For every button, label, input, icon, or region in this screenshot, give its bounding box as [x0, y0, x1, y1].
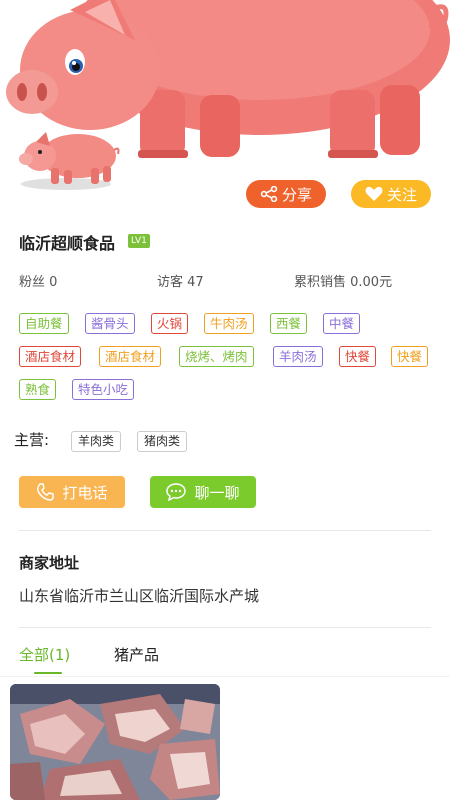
- share-label: 分享: [281, 185, 312, 204]
- category-tag[interactable]: 火锅: [151, 313, 189, 334]
- product-image[interactable]: [10, 684, 220, 800]
- category-tag[interactable]: 酒店食材: [99, 346, 162, 367]
- category-tag[interactable]: 快餐: [391, 346, 429, 367]
- category-tag[interactable]: 酱骨头: [85, 313, 135, 334]
- heart-icon: [365, 186, 383, 201]
- fans-count: 粉丝 0: [19, 275, 58, 290]
- tab-all[interactable]: 全部(1): [19, 644, 70, 665]
- follow-label: 关注: [386, 185, 417, 204]
- address-text: 山东省临沂市兰山区临沂国际水产城: [19, 587, 260, 605]
- share-icon: [260, 186, 278, 202]
- main-business-tag: 猪肉类: [137, 431, 188, 452]
- active-tab-indicator: [34, 672, 62, 674]
- category-tag[interactable]: 西餐: [270, 313, 308, 334]
- chat-icon: [166, 483, 187, 501]
- follow-button[interactable]: 关注: [351, 180, 431, 208]
- level-badge: LV1: [128, 234, 150, 248]
- category-tag[interactable]: 特色小吃: [72, 379, 135, 400]
- category-tag[interactable]: 熟食: [19, 379, 57, 400]
- divider: [0, 676, 450, 677]
- category-tag[interactable]: 中餐: [323, 313, 361, 334]
- shop-name: 临沂超顺食品: [19, 234, 116, 253]
- category-tag[interactable]: 羊肉汤: [273, 346, 323, 367]
- main-business-tag: 羊肉类: [71, 431, 122, 452]
- category-tag[interactable]: 快餐: [339, 346, 377, 367]
- category-tag[interactable]: 自助餐: [19, 313, 69, 334]
- phone-icon: [37, 483, 55, 501]
- chat-label: 聊一聊: [194, 483, 240, 502]
- main-business-label: 主营:: [14, 431, 50, 449]
- address-title: 商家地址: [19, 554, 80, 572]
- share-button[interactable]: 分享: [246, 180, 326, 208]
- shop-page: 分享 关注 临沂超顺食品 LV1 粉丝 0 访客 47 累积销售 0.00元 自…: [0, 0, 450, 800]
- category-tag[interactable]: 酒店食材: [19, 346, 82, 367]
- category-tag[interactable]: 牛肉汤: [204, 313, 254, 334]
- total-sales: 累积销售 0.00元: [294, 275, 393, 290]
- visitor-count: 访客 47: [157, 275, 204, 290]
- chat-button[interactable]: 聊一聊: [150, 476, 256, 508]
- divider: [19, 530, 431, 531]
- call-button[interactable]: 打电话: [19, 476, 125, 508]
- category-tag[interactable]: 烧烤、烤肉: [179, 346, 254, 367]
- divider: [19, 627, 431, 628]
- shop-logo: [16, 126, 120, 192]
- call-label: 打电话: [62, 483, 108, 502]
- tab-pork-products[interactable]: 猪产品: [114, 644, 159, 665]
